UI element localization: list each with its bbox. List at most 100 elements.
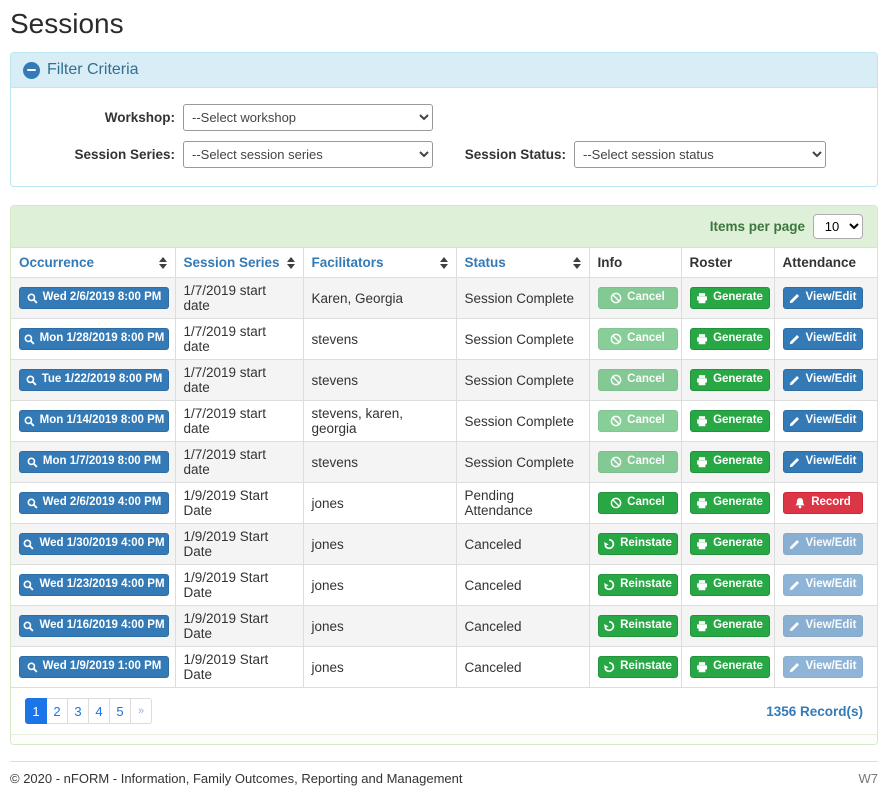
facilitators-cell: jones xyxy=(303,606,456,647)
page-button-2[interactable]: 2 xyxy=(46,698,68,724)
next-page-button[interactable]: » xyxy=(130,698,152,724)
status-cell: Session Complete xyxy=(456,319,589,360)
view-edit-button[interactable]: View/Edit xyxy=(783,533,863,555)
cancel-button[interactable]: Cancel xyxy=(598,492,678,514)
generate-button[interactable]: Generate xyxy=(690,574,770,596)
filter-criteria-body: Workshop: --Select workshop Session Seri… xyxy=(11,88,877,186)
view-edit-button[interactable]: View/Edit xyxy=(783,615,863,637)
table-row: Wed 2/6/2019 8:00 PM 1/7/2019 start date… xyxy=(11,278,877,319)
column-header-status[interactable]: Status xyxy=(456,248,589,278)
facilitators-cell: stevens xyxy=(303,442,456,483)
reinstate-button[interactable]: Reinstate xyxy=(598,615,678,637)
reinstate-button[interactable]: Reinstate xyxy=(598,656,678,678)
view-edit-button[interactable]: View/Edit xyxy=(783,574,863,596)
status-cell: Session Complete xyxy=(456,360,589,401)
column-header-roster: Roster xyxy=(681,248,774,278)
session-status-select[interactable]: --Select session status xyxy=(574,141,826,168)
session-status-label: Session Status: xyxy=(444,147,574,162)
table-bottombar: 12345» 1356 Record(s) xyxy=(11,688,877,734)
session-table-body: Wed 2/6/2019 8:00 PM 1/7/2019 start date… xyxy=(11,278,877,688)
session-series-cell: 1/7/2019 start date xyxy=(175,360,303,401)
status-cell: Session Complete xyxy=(456,278,589,319)
pagination: 12345» xyxy=(25,698,152,724)
status-cell: Canceled xyxy=(456,565,589,606)
view-edit-button[interactable]: View/Edit xyxy=(783,328,863,350)
status-cell: Canceled xyxy=(456,647,589,688)
status-cell: Canceled xyxy=(456,606,589,647)
environment-tag: W7 xyxy=(859,771,879,786)
workshop-select[interactable]: --Select workshop xyxy=(183,104,433,131)
column-header-session-series[interactable]: Session Series xyxy=(175,248,303,278)
column-header-info: Info xyxy=(589,248,681,278)
column-header-facilitators[interactable]: Facilitators xyxy=(303,248,456,278)
status-cell: Canceled xyxy=(456,524,589,565)
record-count: 1356 Record(s) xyxy=(766,704,863,719)
items-per-page-select[interactable]: 10 xyxy=(813,214,863,239)
occurrence-button[interactable]: Wed 2/6/2019 4:00 PM xyxy=(19,492,169,514)
generate-button[interactable]: Generate xyxy=(690,656,770,678)
session-series-cell: 1/9/2019 Start Date xyxy=(175,606,303,647)
session-series-cell: 1/9/2019 Start Date xyxy=(175,565,303,606)
cancel-button[interactable]: Cancel xyxy=(598,328,678,350)
site-footer: © 2020 - nFORM - Information, Family Out… xyxy=(10,761,878,798)
session-series-cell: 1/7/2019 start date xyxy=(175,442,303,483)
generate-button[interactable]: Generate xyxy=(690,410,770,432)
reinstate-button[interactable]: Reinstate xyxy=(598,574,678,596)
generate-button[interactable]: Generate xyxy=(690,451,770,473)
cancel-button[interactable]: Cancel xyxy=(598,410,678,432)
occurrence-button[interactable]: Wed 1/16/2019 4:00 PM xyxy=(19,615,169,637)
table-row: Wed 1/30/2019 4:00 PM 1/9/2019 Start Dat… xyxy=(11,524,877,565)
facilitators-cell: stevens xyxy=(303,319,456,360)
generate-button[interactable]: Generate xyxy=(690,328,770,350)
view-edit-button[interactable]: View/Edit xyxy=(783,369,863,391)
facilitators-cell: jones xyxy=(303,647,456,688)
reinstate-button[interactable]: Reinstate xyxy=(598,533,678,555)
page-button-4[interactable]: 4 xyxy=(88,698,110,724)
occurrence-button[interactable]: Wed 1/30/2019 4:00 PM xyxy=(19,533,169,555)
occurrence-button[interactable]: Mon 1/28/2019 8:00 PM xyxy=(19,328,169,350)
view-edit-button[interactable]: View/Edit xyxy=(783,410,863,432)
cancel-button[interactable]: Cancel xyxy=(598,369,678,391)
page-title: Sessions xyxy=(10,8,878,40)
generate-button[interactable]: Generate xyxy=(690,492,770,514)
occurrence-button[interactable]: Tue 1/22/2019 8:00 PM xyxy=(19,369,169,391)
status-cell: Pending Attendance xyxy=(456,483,589,524)
generate-button[interactable]: Generate xyxy=(690,287,770,309)
occurrence-button[interactable]: Wed 1/23/2019 4:00 PM xyxy=(19,574,169,596)
items-per-page-label: Items per page xyxy=(710,219,805,234)
page-button-3[interactable]: 3 xyxy=(67,698,89,724)
occurrence-button[interactable]: Wed 1/9/2019 1:00 PM xyxy=(19,656,169,678)
minus-circle-icon xyxy=(23,62,40,79)
view-edit-button[interactable]: View/Edit xyxy=(783,451,863,473)
cancel-button[interactable]: Cancel xyxy=(598,287,678,309)
view-edit-button[interactable]: View/Edit xyxy=(783,656,863,678)
session-series-cell: 1/9/2019 Start Date xyxy=(175,483,303,524)
session-series-cell: 1/7/2019 start date xyxy=(175,319,303,360)
session-series-filter-row: Session Series: --Select session series xyxy=(25,141,444,168)
occurrence-button[interactable]: Mon 1/14/2019 8:00 PM xyxy=(19,410,169,432)
sort-icon xyxy=(287,257,295,269)
session-series-cell: 1/7/2019 start date xyxy=(175,278,303,319)
cancel-button[interactable]: Cancel xyxy=(598,451,678,473)
workshop-filter-row: Workshop: --Select workshop xyxy=(25,104,444,131)
facilitators-cell: jones xyxy=(303,565,456,606)
table-header-row: Occurrence Session Series Facilitators S… xyxy=(11,248,877,278)
record-button[interactable]: Record xyxy=(783,492,863,514)
table-topbar: Items per page 10 xyxy=(11,206,877,247)
table-row: Tue 1/22/2019 8:00 PM 1/7/2019 start dat… xyxy=(11,360,877,401)
facilitators-cell: jones xyxy=(303,524,456,565)
page-button-5[interactable]: 5 xyxy=(109,698,131,724)
view-edit-button[interactable]: View/Edit xyxy=(783,287,863,309)
page-button-1[interactable]: 1 xyxy=(25,698,47,724)
generate-button[interactable]: Generate xyxy=(690,615,770,637)
filter-criteria-header[interactable]: Filter Criteria xyxy=(11,53,877,88)
column-header-occurrence[interactable]: Occurrence xyxy=(11,248,175,278)
table-row: Mon 1/28/2019 8:00 PM 1/7/2019 start dat… xyxy=(11,319,877,360)
generate-button[interactable]: Generate xyxy=(690,369,770,391)
session-series-select[interactable]: --Select session series xyxy=(183,141,433,168)
occurrence-button[interactable]: Mon 1/7/2019 8:00 PM xyxy=(19,451,169,473)
occurrence-button[interactable]: Wed 2/6/2019 8:00 PM xyxy=(19,287,169,309)
session-series-label: Session Series: xyxy=(25,147,183,162)
generate-button[interactable]: Generate xyxy=(690,533,770,555)
table-row: Wed 1/16/2019 4:00 PM 1/9/2019 Start Dat… xyxy=(11,606,877,647)
